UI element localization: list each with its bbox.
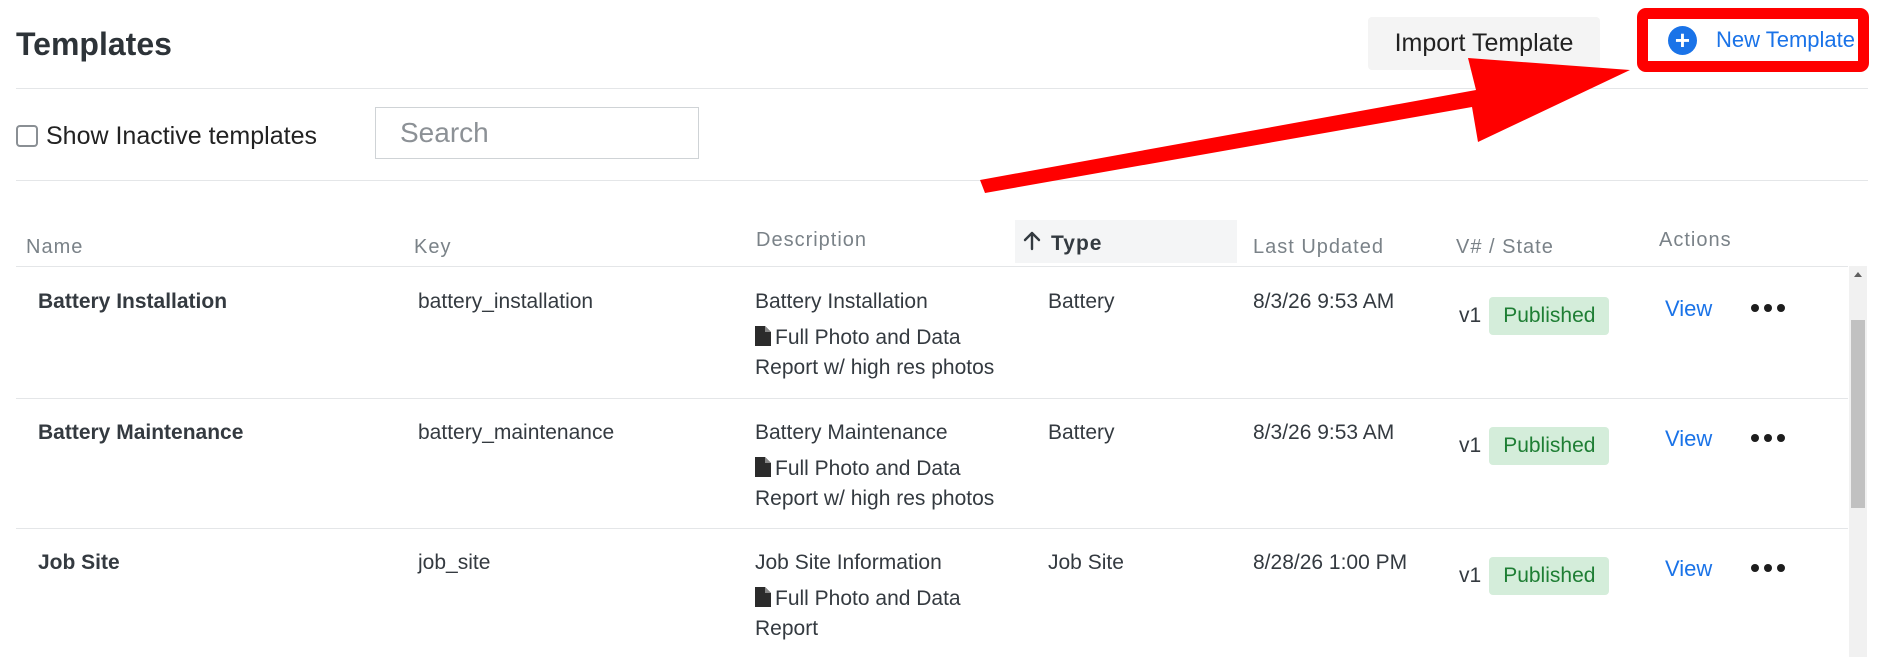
row-last-updated: 8/28/26 1:00 PM [1253,551,1408,574]
column-header-actions: Actions [1659,229,1732,251]
import-template-label: Import Template [1394,29,1574,57]
more-horizontal-icon[interactable] [1751,564,1785,572]
new-template-button[interactable]: + New Template [1637,8,1869,72]
show-inactive-label: Show Inactive templates [46,121,317,150]
row-description-text: Job Site Information [755,551,942,574]
view-link[interactable]: View [1665,426,1712,452]
row-report-line2: Report [755,617,819,640]
column-header-type[interactable]: Type [1051,232,1102,256]
search-input[interactable] [375,107,699,159]
row-divider [16,528,1848,529]
document-icon [755,457,771,485]
status-badge: Published [1489,297,1610,335]
column-header-key[interactable]: Key [414,236,451,259]
row-divider [16,398,1848,399]
row-description: Battery Installation Full Photo and Data… [755,288,994,382]
row-name[interactable]: Battery Installation [38,288,227,316]
row-description: Battery Maintenance Full Photo and Data … [755,419,994,513]
document-icon [755,326,771,354]
column-header-last-updated[interactable]: Last Updated [1253,236,1384,259]
show-inactive-toggle[interactable]: Show Inactive templates [16,121,317,151]
import-template-button[interactable]: Import Template [1368,17,1600,70]
row-version-state: v1 Published [1459,427,1610,465]
scrollbar-thumb[interactable] [1851,320,1865,508]
view-link[interactable]: View [1665,556,1712,582]
row-last-updated: 8/3/26 9:53 AM [1253,421,1395,444]
row-report-line1: Full Photo and Data [775,587,961,610]
column-header-type-cell[interactable] [1015,220,1237,263]
status-badge: Published [1489,427,1610,465]
row-type: Battery [1048,290,1115,313]
view-link[interactable]: View [1665,296,1712,322]
row-type: Battery [1048,421,1115,444]
document-icon [755,587,771,615]
row-key: battery_installation [418,290,594,313]
page-title: Templates [16,26,172,62]
row-report-line1: Full Photo and Data [775,326,961,349]
row-report-line2: Report w/ high res photos [755,356,995,379]
row-name[interactable]: Job Site [38,549,120,577]
row-version-state: v1 Published [1459,557,1610,595]
more-horizontal-icon[interactable] [1751,304,1785,312]
status-badge: Published [1489,557,1610,595]
row-name[interactable]: Battery Maintenance [38,419,243,447]
table-header-divider [16,266,1848,267]
row-version: v1 [1459,434,1482,457]
row-report-line1: Full Photo and Data [775,457,961,480]
filter-divider [16,180,1868,181]
arrow-up-icon [1023,231,1041,256]
row-key: battery_maintenance [418,421,615,444]
row-report-line2: Report w/ high res photos [755,487,995,510]
row-version: v1 [1459,564,1482,587]
row-last-updated: 8/3/26 9:53 AM [1253,290,1395,313]
row-key: job_site [418,551,491,574]
row-type: Job Site [1048,551,1124,574]
row-version: v1 [1459,304,1482,327]
row-description: Job Site Information Full Photo and Data… [755,549,961,643]
more-horizontal-icon[interactable] [1751,434,1785,442]
show-inactive-checkbox[interactable] [16,125,38,147]
scroll-up-arrow-icon[interactable] [1849,266,1867,284]
column-header-name[interactable]: Name [26,236,83,259]
header-divider [16,88,1868,89]
row-description-text: Battery Maintenance [755,421,948,444]
column-header-description[interactable]: Description [756,229,867,252]
row-version-state: v1 Published [1459,297,1610,335]
row-description-text: Battery Installation [755,290,928,313]
new-template-label: New Template [1716,27,1855,52]
plus-circle-icon: + [1668,25,1697,55]
column-header-version-state[interactable]: V# / State [1456,236,1554,259]
